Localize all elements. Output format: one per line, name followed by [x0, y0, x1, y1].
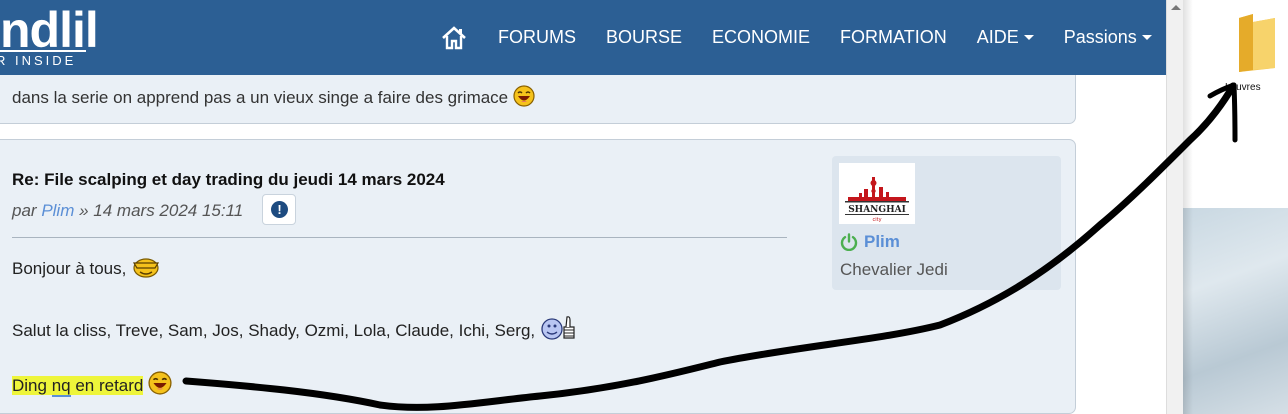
post-author-link[interactable]: Plim	[41, 201, 74, 220]
desktop-area: Louvres	[1183, 0, 1288, 414]
scroll-up-icon[interactable]	[1171, 5, 1181, 10]
folder-label[interactable]: Louvres	[1225, 82, 1261, 93]
profile-rank: Chevalier Jedi	[840, 260, 948, 279]
svg-text:city: city	[872, 217, 881, 223]
info-icon: !	[271, 201, 288, 218]
site-header: ndlil R INSIDE FORUMS BOURSE ECONOMIE FO…	[0, 0, 1166, 75]
nq-link[interactable]: nq	[51, 376, 71, 397]
nav-passions[interactable]: Passions	[1064, 27, 1152, 48]
post-date: » 14 mars 2024 15:11	[79, 201, 244, 220]
chevron-down-icon	[1023, 35, 1034, 40]
post-line-salute: Salut la cliss, Treve, Sam, Jos, Shady, …	[12, 314, 578, 341]
post-meta: par Plim » 14 mars 2024 15:11	[12, 201, 244, 220]
logo-underline	[0, 50, 86, 52]
report-button[interactable]: !	[262, 194, 296, 225]
main-nav: FORUMS BOURSE ECONOMIE FORMATION AIDE Pa…	[440, 0, 1166, 75]
nav-formation[interactable]: FORMATION	[840, 27, 947, 48]
laughing-smiley-icon	[148, 371, 172, 395]
nav-economie[interactable]: ECONOMIE	[712, 27, 810, 48]
thumbs-up-smiley-icon	[541, 316, 575, 340]
shanghai-avatar-image: SHANGHAI city	[839, 163, 915, 224]
desktop-background	[1183, 208, 1288, 414]
nav-forums[interactable]: FORUMS	[498, 27, 576, 48]
nav-aide[interactable]: AIDE	[977, 27, 1034, 48]
window-shadow	[1183, 0, 1193, 414]
forum-post: Re: File scalping et day trading du jeud…	[0, 139, 1076, 414]
post-line-ding: Ding nq en retard	[12, 371, 172, 397]
svg-text:SHANGHAI: SHANGHAI	[848, 205, 906, 215]
logo-tagline: R INSIDE	[0, 53, 77, 68]
site-logo[interactable]: ndlil R INSIDE	[0, 2, 99, 68]
folder-icon[interactable]	[1235, 12, 1279, 74]
cool-smiley-icon	[133, 258, 160, 278]
home-icon[interactable]	[440, 24, 468, 52]
avatar[interactable]: SHANGHAI city	[839, 163, 915, 224]
chevron-down-icon	[1141, 35, 1152, 40]
post-title[interactable]: Re: File scalping et day trading du jeud…	[12, 170, 445, 190]
laughing-smiley-icon	[513, 85, 535, 107]
browser-page: dans la serie on apprend pas a un vieux …	[0, 0, 1166, 414]
post-divider	[12, 237, 787, 238]
author-profile: SHANGHAI city Plim Chevalier Jedi	[832, 156, 1061, 290]
profile-username[interactable]: Plim	[840, 232, 900, 252]
page-scrollbar[interactable]	[1166, 0, 1183, 414]
nav-bourse[interactable]: BOURSE	[606, 27, 682, 48]
power-icon	[840, 233, 858, 251]
post-line-greeting: Bonjour à tous,	[12, 256, 161, 279]
previous-post-text: dans la serie on apprend pas a un vieux …	[12, 85, 535, 108]
